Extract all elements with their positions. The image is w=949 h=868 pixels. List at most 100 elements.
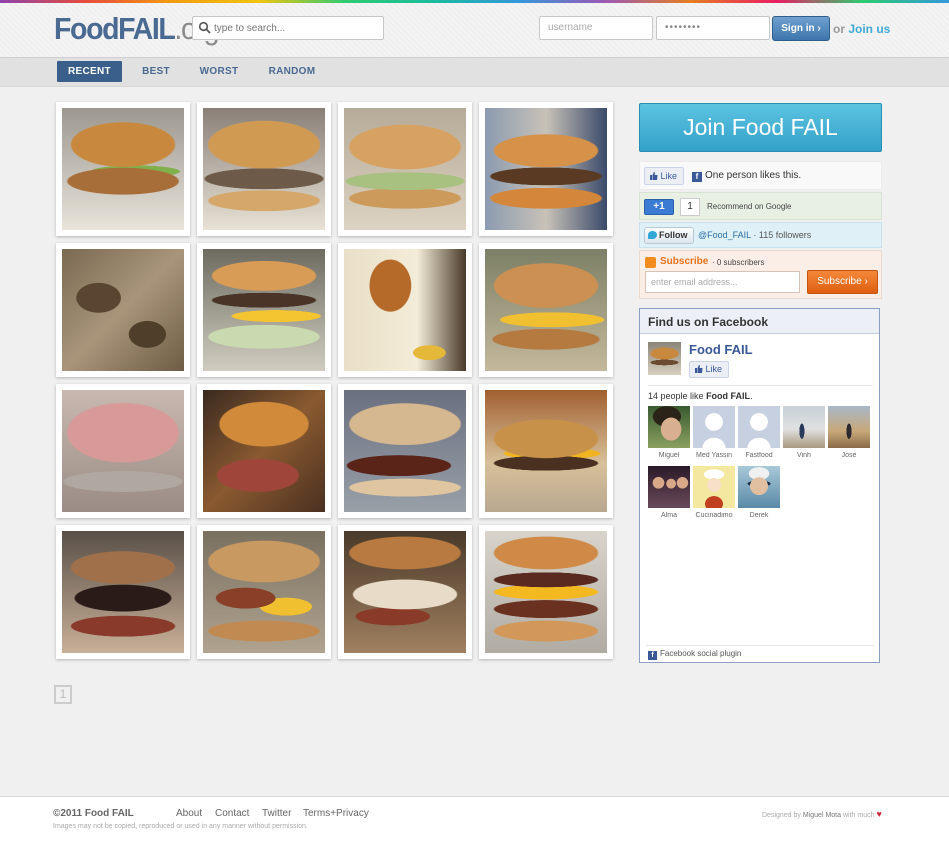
food-photo: [485, 249, 607, 371]
fan-name: Fastfood: [745, 452, 773, 459]
facebook-like-box: Find us on Facebook Food FAIL Like 14 pe…: [639, 308, 880, 663]
fan-avatar: [828, 406, 870, 448]
divider: [646, 645, 874, 646]
photo-tile[interactable]: [338, 384, 472, 518]
google-plus-widget: +1 1 Recommend on Google: [639, 192, 882, 220]
fan-item[interactable]: Jose: [828, 406, 870, 459]
fan-item[interactable]: Alma: [648, 466, 690, 519]
photo-tile[interactable]: [197, 525, 331, 659]
fan-name: Med Yassin: [696, 452, 732, 459]
photo-tile[interactable]: [56, 384, 190, 518]
facebook-box-title: Find us on Facebook: [640, 309, 879, 334]
photo-tile[interactable]: [338, 102, 472, 236]
twitter-widget: Follow @Food_FAIL · 115 followers: [639, 222, 882, 248]
photo-tile[interactable]: [338, 243, 472, 377]
facebook-page-like-button[interactable]: Like: [689, 361, 729, 378]
photo-tile[interactable]: [479, 102, 613, 236]
disclaimer: Images may not be copied, reproduced or …: [53, 823, 308, 830]
google-plus-text: Recommend on Google: [707, 202, 792, 211]
subscribe-email-input[interactable]: enter email address...: [645, 271, 800, 293]
food-photo: [485, 108, 607, 230]
divider: [648, 385, 873, 386]
footer-link-contact[interactable]: Contact: [215, 808, 249, 819]
default-avatar-icon: [693, 406, 735, 448]
facebook-like-button[interactable]: Like: [644, 167, 684, 185]
rss-icon: [645, 257, 656, 268]
photo-tile[interactable]: [479, 243, 613, 377]
sign-in-button[interactable]: Sign in ›: [772, 16, 830, 41]
thumbs-up-icon: [695, 365, 703, 373]
copyright: ©2011 Food FAIL: [53, 808, 134, 819]
photo-tile[interactable]: [338, 525, 472, 659]
footer-link-twitter[interactable]: Twitter: [262, 808, 291, 819]
fan-avatar: [738, 466, 780, 508]
photo-tile[interactable]: [479, 384, 613, 518]
photo-tile[interactable]: [56, 525, 190, 659]
food-photo: [203, 108, 325, 230]
footer-link-terms-privacy[interactable]: Terms+Privacy: [303, 808, 369, 819]
twitter-follow-button[interactable]: Follow: [644, 227, 694, 244]
twitter-followers-text: @Food_FAIL · 115 followers: [698, 230, 812, 240]
food-photo: [485, 531, 607, 653]
logo-main: FoodFAIL: [54, 11, 176, 46]
photo-tile[interactable]: [197, 243, 331, 377]
facebook-social-plugin-label[interactable]: f Facebook social plugin: [648, 649, 741, 660]
twitter-handle[interactable]: @Food_FAIL: [698, 230, 751, 240]
food-photo: [344, 249, 466, 371]
fan-item[interactable]: Fastfood: [738, 406, 780, 459]
join-us-link[interactable]: Join us: [848, 22, 890, 36]
footer-link-about[interactable]: About: [176, 808, 202, 819]
join-food-fail-button[interactable]: Join Food FAIL: [639, 103, 882, 152]
fan-item[interactable]: Miguel: [648, 406, 690, 459]
search-icon: [198, 21, 211, 34]
designer-link[interactable]: Miguel Mota: [803, 812, 841, 819]
facebook-page-avatar[interactable]: [648, 342, 681, 375]
password-field[interactable]: ••••••••: [656, 16, 770, 40]
photo-tile[interactable]: [56, 243, 190, 377]
food-photo: [203, 249, 325, 371]
facebook-page-name[interactable]: Food FAIL: [689, 342, 753, 357]
photo-tile[interactable]: [56, 102, 190, 236]
subscriber-count: · 0 subscribers: [712, 258, 765, 267]
food-photo: [344, 531, 466, 653]
fan-item[interactable]: Derek: [738, 466, 780, 519]
fan-name: Derek: [749, 512, 769, 519]
food-photo: [344, 390, 466, 512]
fan-item[interactable]: Cucinadimo: [693, 466, 735, 519]
designer-credit: Designed by Miguel Mota with much ♥: [762, 809, 882, 819]
food-photo: [62, 390, 184, 512]
nav-recent[interactable]: RECENT: [57, 61, 122, 82]
fan-item[interactable]: Vinh: [783, 406, 825, 459]
fan-item[interactable]: Med Yassin: [693, 406, 735, 459]
search-box: [192, 16, 384, 40]
fan-name: Cucinadimo: [695, 512, 733, 519]
food-photo: [62, 531, 184, 653]
nav-random[interactable]: RANDOM: [261, 61, 323, 82]
search-input[interactable]: [214, 19, 379, 37]
heart-icon: ♥: [876, 809, 882, 819]
subscribe-button[interactable]: Subscribe ›: [807, 270, 878, 294]
footer: ©2011 Food FAIL About Contact Twitter Te…: [0, 796, 949, 868]
food-photo: [344, 108, 466, 230]
google-plus-count: 1: [680, 198, 700, 216]
fan-avatar: [648, 406, 690, 448]
photo-tile[interactable]: [197, 384, 331, 518]
subscribe-label[interactable]: Subscribe: [660, 256, 708, 267]
nav-best[interactable]: BEST: [133, 61, 179, 82]
fan-count-text: 14 people like Food FAIL.: [648, 391, 753, 401]
nav-worst[interactable]: WORST: [193, 61, 245, 82]
like-count-text: f One person likes this.: [692, 170, 801, 182]
food-photo: [485, 390, 607, 512]
subscribe-widget: Subscribe · 0 subscribers enter email ad…: [639, 250, 882, 299]
facebook-like-widget: Like f One person likes this.: [639, 161, 882, 190]
or-text: or: [833, 22, 845, 36]
food-photo: [62, 108, 184, 230]
page-number[interactable]: 1: [54, 685, 72, 704]
photo-tile[interactable]: [479, 525, 613, 659]
google-plus-one-button[interactable]: +1: [644, 199, 674, 215]
photo-tile[interactable]: [197, 102, 331, 236]
like-label: Like: [660, 171, 678, 181]
username-field[interactable]: username: [539, 16, 653, 40]
facebook-icon: f: [648, 651, 657, 660]
fan-avatar: [693, 466, 735, 508]
